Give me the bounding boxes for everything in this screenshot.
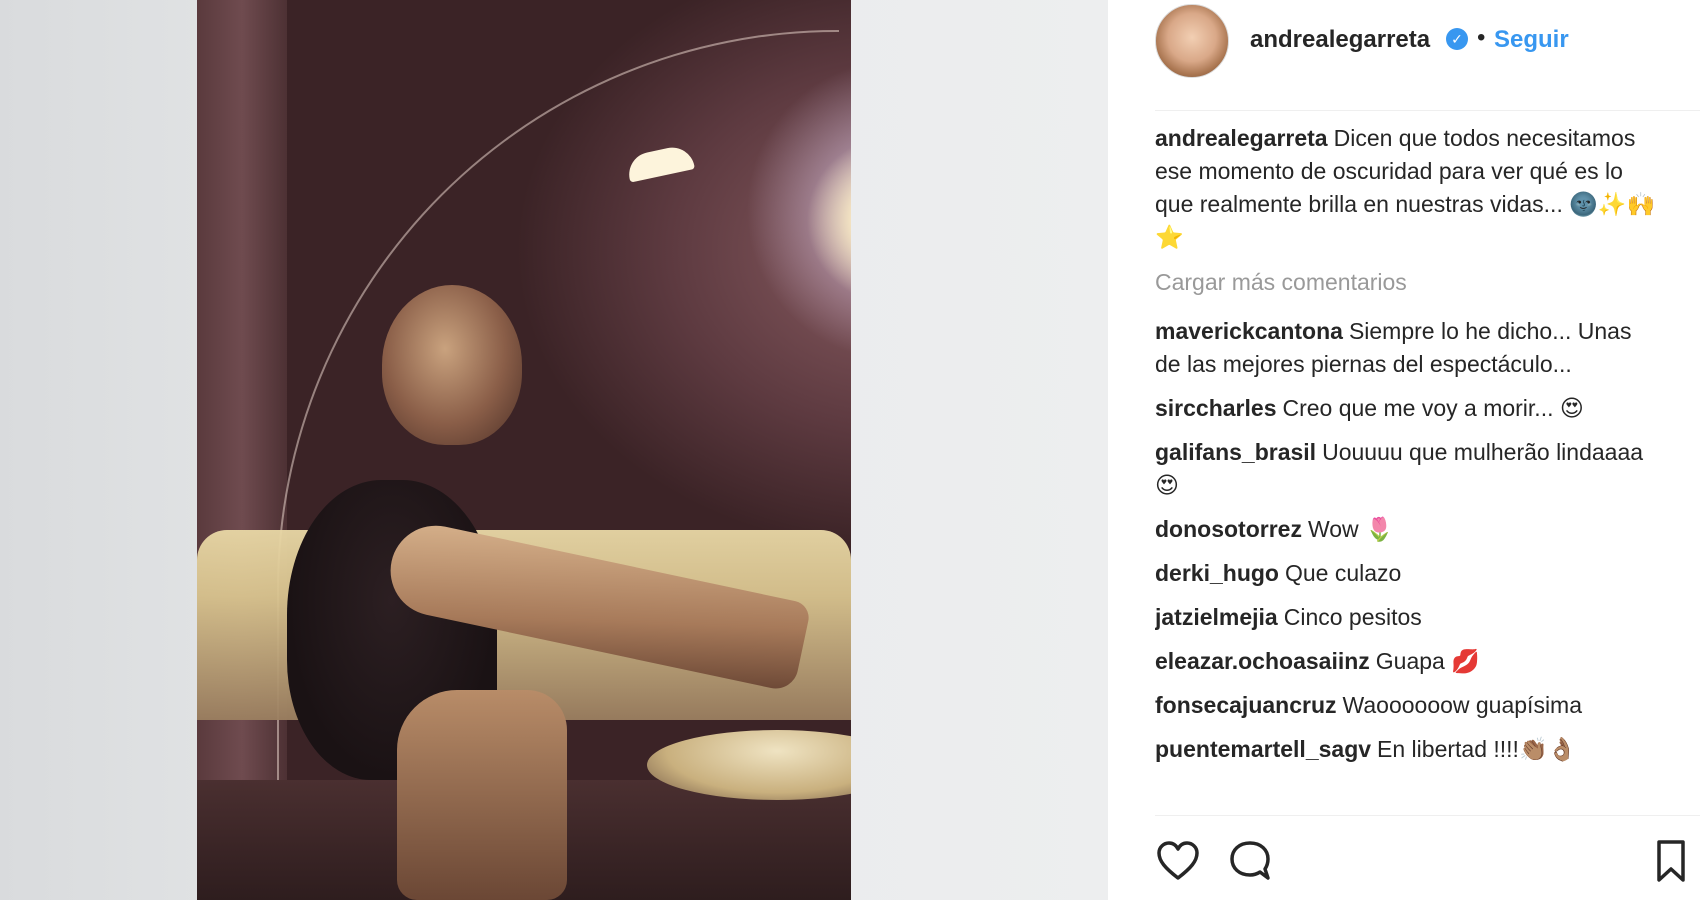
caption-username[interactable]: andrealegarreta <box>1155 125 1328 151</box>
comment-text: Creo que me voy a morir... 😍 <box>1282 395 1584 421</box>
post-caption: andrealegarreta Dicen que todos necesitam… <box>1155 122 1660 254</box>
comment-text: Waoooooow guapísima <box>1342 692 1583 718</box>
post-header: andrealegarreta ✓ • Seguir <box>1108 0 1700 110</box>
comment-username[interactable]: jatzielmejia <box>1155 604 1278 630</box>
comment-username[interactable]: fonsecajuancruz <box>1155 692 1337 718</box>
photo-curtain <box>197 0 287 900</box>
comment-text: Guapa 💋 <box>1375 648 1480 674</box>
post-photo[interactable] <box>197 0 851 900</box>
load-more-comments-button[interactable]: Cargar más comentarios <box>1155 266 1660 299</box>
post-photo-pane <box>0 0 1108 900</box>
comment-text: Wow 🌷 <box>1307 516 1394 542</box>
header-separator: • <box>1477 24 1486 51</box>
header-divider <box>1155 110 1700 111</box>
comment-username[interactable]: eleazar.ochoasaiinz <box>1155 648 1370 674</box>
heart-outline-icon[interactable] <box>1155 838 1201 884</box>
comment-row: fonsecajuancruz Waoooooow guapísima <box>1155 689 1660 722</box>
verified-badge-icon: ✓ <box>1446 28 1468 50</box>
comment-row: jatzielmejia Cinco pesitos <box>1155 601 1660 634</box>
comment-row: sirccharles Creo que me voy a morir... 😍 <box>1155 392 1660 425</box>
comment-username[interactable]: donosotorrez <box>1155 516 1302 542</box>
photo-figure-head <box>382 285 522 445</box>
author-username[interactable]: andrealegarreta <box>1250 26 1430 54</box>
photo-figure-leg <box>397 690 567 900</box>
comment-row: donosotorrez Wow 🌷 <box>1155 513 1660 546</box>
comment-text: Que culazo <box>1284 560 1402 586</box>
comment-row: eleazar.ochoasaiinz Guapa 💋 <box>1155 645 1660 678</box>
comment-row: derki_hugo Que culazo <box>1155 557 1660 590</box>
comment-text: Cinco pesitos <box>1283 604 1422 630</box>
comment-username[interactable]: derki_hugo <box>1155 560 1279 586</box>
comment-username[interactable]: maverickcantona <box>1155 318 1343 344</box>
comment-row: maverickcantona Siempre lo he dicho... Un… <box>1155 315 1660 381</box>
bookmark-icon[interactable] <box>1648 838 1694 884</box>
avatar[interactable] <box>1155 4 1229 78</box>
follow-button[interactable]: Seguir <box>1494 26 1569 54</box>
speech-bubble-icon[interactable] <box>1227 838 1273 884</box>
comment-username[interactable]: puentemartell_sagv <box>1155 736 1371 762</box>
comment-row: puentemartell_sagv En libertad !!!!👏🏽👌🏽 <box>1155 733 1660 766</box>
comment-text: En libertad !!!!👏🏽👌🏽 <box>1377 736 1577 762</box>
actions-divider <box>1155 815 1700 816</box>
post-sidebar: andrealegarreta ✓ • Seguir andrealegarre… <box>1108 0 1700 900</box>
comment-username[interactable]: sirccharles <box>1155 395 1276 421</box>
comment-row: galifans_brasil Uouuuu que mulherão linda… <box>1155 436 1660 502</box>
post-actions <box>1155 838 1695 888</box>
comment-username[interactable]: galifans_brasil <box>1155 439 1316 465</box>
comments-list[interactable]: andrealegarreta Dicen que todos necesitam… <box>1155 122 1660 814</box>
